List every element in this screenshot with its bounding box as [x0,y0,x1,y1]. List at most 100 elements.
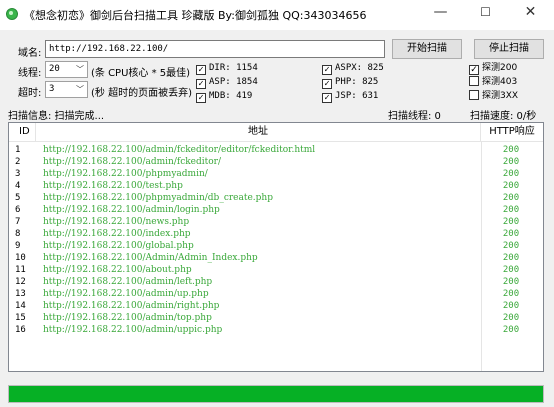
row-http-code: 200 [502,217,520,227]
row-id: 3 [15,169,21,179]
table-row[interactable]: 9 http://192.168.22.100/global.php 200 [9,240,543,252]
checkbox-probe-200[interactable]: ✓ 探测200 [469,62,517,75]
row-http-code: 200 [502,301,520,311]
checkbox-dir[interactable]: ✓ DIR: 1154 [196,62,258,75]
checkbox-mdb[interactable]: ✓ MDB: 419 [196,90,252,103]
row-url: http://192.168.22.100/index.php [43,229,191,239]
row-id: 9 [15,241,21,251]
table-row[interactable]: 13 http://192.168.22.100/admin/up.php 200 [9,288,543,300]
table-row[interactable]: 14 http://192.168.22.100/admin/right.php 2… [9,300,543,312]
row-http-code: 200 [502,241,520,251]
row-http-code: 200 [502,289,520,299]
row-id: 13 [15,289,26,299]
row-http-code: 200 [502,253,520,263]
scan-progress-bar [8,385,544,403]
row-id: 16 [15,325,26,335]
start-scan-button[interactable]: 开始扫描 [392,39,462,59]
table-row[interactable]: 16 http://192.168.22.100/admin/uppic.php 2… [9,324,543,336]
row-url: http://192.168.22.100/admin/right.php [43,301,220,311]
row-url: http://192.168.22.100/about.php [43,265,192,275]
title-bar: 《想念初恋》御剑后台扫描工具 珍藏版 By:御剑孤独 QQ:343034656 … [0,0,554,30]
checkbox-check-icon: ✓ [196,93,206,103]
threads-select[interactable]: 20 ﹀ [45,61,88,78]
column-header-http-response[interactable]: HTTP响应 [481,123,543,141]
chevron-down-icon: ﹀ [76,65,84,74]
table-row[interactable]: 10 http://192.168.22.100/Admin/Admin_Inde… [9,252,543,264]
table-row[interactable]: 11 http://192.168.22.100/about.php 200 [9,264,543,276]
row-url: http://192.168.22.100/admin/up.php [43,289,209,299]
row-url: http://192.168.22.100/admin/fckeditor/ed… [43,145,316,155]
checkbox-check-icon: ✓ [196,65,206,75]
timeout-value: 3 [49,84,55,94]
close-button[interactable]: ✕ [508,0,553,24]
row-http-code: 200 [502,229,520,239]
row-url: http://192.168.22.100/phpmyadmin/ [43,169,208,179]
minimize-button[interactable]: — [418,0,463,24]
threads-hint: (条 CPU核心 * 5最佳) [91,68,191,79]
row-id: 5 [15,193,21,203]
row-id: 12 [15,277,26,287]
row-id: 1 [15,145,21,155]
progress-fill [9,386,543,402]
table-row[interactable]: 7 http://192.168.22.100/news.php 200 [9,216,543,228]
results-table[interactable]: ID 地址 HTTP响应 1 http://192.168.22.100/admi… [8,122,544,372]
table-row[interactable]: 15 http://192.168.22.100/admin/top.php 200 [9,312,543,324]
row-url: http://192.168.22.100/admin/login.php [43,205,220,215]
row-http-code: 200 [502,265,520,275]
table-row[interactable]: 1 http://192.168.22.100/admin/fckeditor/e… [9,144,543,156]
threads-value: 20 [49,64,60,74]
row-id: 2 [15,157,21,167]
column-header-url[interactable]: 地址 [36,123,481,141]
column-header-id[interactable]: ID [9,123,36,141]
checkbox-check-icon: ✓ [322,65,332,75]
row-id: 4 [15,181,21,191]
row-id: 10 [15,253,26,263]
chevron-down-icon: ﹀ [76,85,84,94]
table-header: ID 地址 HTTP响应 [9,123,543,142]
table-row[interactable]: 4 http://192.168.22.100/test.php 200 [9,180,543,192]
scan-speed: 扫描速度: 0/秒 [470,111,537,122]
row-url: http://192.168.22.100/admin/top.php [43,313,212,323]
checkbox-check-icon: ✓ [322,93,332,103]
row-http-code: 200 [502,145,520,155]
checkbox-check-icon: ✓ [322,79,332,89]
table-row[interactable]: 12 http://192.168.22.100/admin/left.php 20… [9,276,543,288]
timeout-hint: (秒 超时的页面被丢弃) [91,88,192,99]
scan-info: 扫描信息: 扫描完成... [8,111,105,122]
row-url: http://192.168.22.100/admin/uppic.php [43,325,223,335]
checkbox-php[interactable]: ✓ PHP: 825 [322,76,378,89]
table-row[interactable]: 3 http://192.168.22.100/phpmyadmin/200 [9,168,543,180]
table-row[interactable]: 5 http://192.168.22.100/phpmyadmin/db_cre… [9,192,543,204]
domain-input[interactable]: http://192.168.22.100/ [45,40,385,58]
checkbox-jsp[interactable]: ✓ JSP: 631 [322,90,378,103]
row-http-code: 200 [502,313,520,323]
row-http-code: 200 [502,277,520,287]
checkbox-probe-403[interactable]: 探测403 [469,76,517,88]
table-row[interactable]: 6 http://192.168.22.100/admin/login.php 20… [9,204,543,216]
row-url: http://192.168.22.100/admin/left.php [43,277,213,287]
row-id: 7 [15,217,21,227]
row-http-code: 200 [502,325,520,335]
checkbox-check-icon: ✓ [196,79,206,89]
table-row[interactable]: 8 http://192.168.22.100/index.php 200 [9,228,543,240]
checkbox-check-icon: ✓ [469,65,479,75]
table-row[interactable]: 2 http://192.168.22.100/admin/fckeditor/2… [9,156,543,168]
row-id: 15 [15,313,26,323]
checkbox-probe-3xx[interactable]: 探测3XX [469,90,518,102]
row-http-code: 200 [502,193,520,203]
threads-label: 线程: [18,68,42,79]
checkbox-asp[interactable]: ✓ ASP: 1854 [196,76,258,89]
row-url: http://192.168.22.100/Admin/Admin_Index.… [43,253,258,263]
row-http-code: 200 [502,157,520,167]
row-url: http://192.168.22.100/news.php [43,217,190,227]
row-id: 6 [15,205,21,215]
timeout-label: 超时: [18,88,42,99]
row-url: http://192.168.22.100/global.php [43,241,194,251]
maximize-button[interactable]: ☐ [463,0,508,24]
main-panel: 域名: http://192.168.22.100/ 开始扫描 停止扫描 线程:… [0,30,554,407]
stop-scan-button[interactable]: 停止扫描 [474,39,544,59]
timeout-select[interactable]: 3 ﹀ [45,81,88,98]
checkbox-aspx[interactable]: ✓ ASPX: 825 [322,62,384,75]
domain-label: 域名: [18,48,42,59]
row-http-code: 200 [502,205,520,215]
